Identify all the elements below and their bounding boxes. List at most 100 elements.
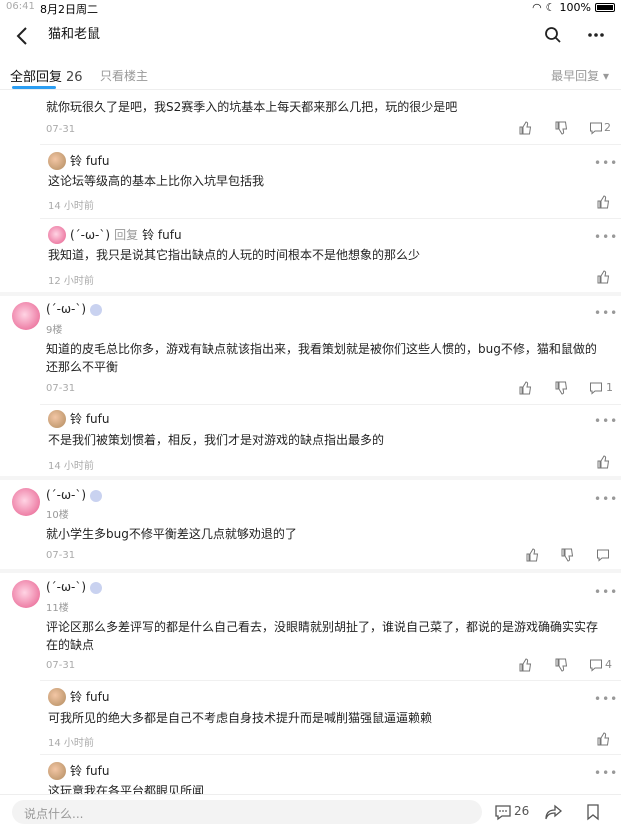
- reply-label: 回复: [114, 228, 139, 242]
- avatar[interactable]: [12, 488, 40, 516]
- comment-divider: [0, 292, 621, 296]
- reply-text: 不是我们被策划惯着，相反，我们才是对游戏的缺点指出最多的: [48, 433, 385, 447]
- comment-feed: 就你玩很久了是吧，我S2赛季入的坑基本上每天都来那么几把，玩的很少是吧 07-3…: [0, 92, 621, 794]
- comment-time: 07-31: [46, 660, 76, 671]
- avatar[interactable]: [48, 152, 66, 170]
- comment-author-row: (´-ω-`): [46, 302, 103, 316]
- avatar[interactable]: [12, 302, 40, 330]
- like-icon[interactable]: [596, 195, 610, 209]
- comment-author[interactable]: (´-ω-`): [46, 580, 86, 594]
- wifi-icon: ◠: [532, 1, 542, 14]
- level-badge-icon: [90, 489, 103, 502]
- like-icon[interactable]: [596, 455, 610, 469]
- avatar[interactable]: [48, 762, 66, 780]
- more-options-icon[interactable]: [586, 27, 606, 43]
- status-date: 8月2日周二: [40, 3, 98, 16]
- comment-count: 26: [514, 804, 530, 818]
- search-icon[interactable]: [544, 26, 562, 44]
- back-arrow-icon[interactable]: [14, 25, 32, 47]
- comment-time: 07-31: [46, 124, 76, 135]
- reply-count: 1: [606, 381, 613, 394]
- tab-host-only[interactable]: 只看楼主: [100, 67, 148, 84]
- floor-number: 9楼: [46, 325, 63, 336]
- tab-all-count: 26: [66, 70, 83, 85]
- comment-icon[interactable]: [589, 658, 603, 672]
- reply-text: 我知道，我只是说其它指出缺点的人玩的时间根本不是他想象的那么少: [48, 248, 421, 262]
- comment-author-row: (´-ω-`): [46, 580, 103, 594]
- comment-icon[interactable]: [589, 381, 603, 395]
- floor-number: 10楼: [46, 510, 69, 521]
- like-icon[interactable]: [518, 381, 532, 395]
- reply-author[interactable]: 铃 fufu: [70, 410, 109, 427]
- level-badge-icon: [90, 581, 103, 594]
- reply-divider: [40, 680, 621, 681]
- tab-all-replies[interactable]: 全部回复 26: [10, 66, 83, 85]
- page-title: 猫和老鼠: [48, 27, 101, 42]
- reply-author[interactable]: (´-ω-`): [70, 228, 110, 242]
- reply-author[interactable]: 铃 fufu: [70, 688, 109, 705]
- like-icon[interactable]: [596, 732, 610, 746]
- like-icon[interactable]: [596, 270, 610, 284]
- comment-text: 知道的皮毛总比你多，游戏有缺点就该指出来，我看策划就是被你们这些人惯的，bug不…: [46, 342, 597, 374]
- like-icon[interactable]: [518, 121, 532, 135]
- reply-author[interactable]: 铃 fufu: [70, 762, 109, 779]
- nav-bar: 猫和老鼠: [0, 16, 621, 56]
- status-right: ◠ ☾ 100%: [532, 1, 615, 14]
- more-options-icon[interactable]: •••: [594, 492, 618, 506]
- reply-divider: [40, 754, 621, 755]
- comment-time: 07-31: [46, 550, 76, 561]
- more-options-icon[interactable]: •••: [594, 766, 618, 780]
- avatar[interactable]: [48, 688, 66, 706]
- active-tab-indicator: [12, 86, 56, 89]
- bottom-bar: 说点什么... 26: [0, 794, 621, 828]
- battery-percent: 100%: [559, 1, 591, 14]
- comment-icon[interactable]: [494, 803, 512, 821]
- comment-text: 就小学生多bug不修平衡差这几点就够劝退的了: [46, 527, 297, 541]
- sort-dropdown[interactable]: 最早回复 ▾: [551, 67, 609, 84]
- dislike-icon[interactable]: [560, 548, 574, 562]
- dislike-icon[interactable]: [554, 381, 568, 395]
- reply-count: 2: [604, 121, 611, 134]
- share-icon[interactable]: [544, 803, 564, 821]
- comment-input[interactable]: 说点什么...: [12, 800, 482, 824]
- reply-divider: [40, 404, 621, 405]
- reply-to-author[interactable]: 铃 fufu: [142, 228, 181, 242]
- more-options-icon[interactable]: •••: [594, 230, 618, 244]
- reply-tabs: 全部回复 26 只看楼主 最早回复 ▾: [0, 62, 621, 90]
- like-icon[interactable]: [518, 658, 532, 672]
- comment-author[interactable]: (´-ω-`): [46, 302, 86, 316]
- reply-time: 14 小时前: [48, 201, 94, 212]
- comment-author[interactable]: (´-ω-`): [46, 488, 86, 502]
- reply-time: 12 小时前: [48, 276, 94, 287]
- like-icon[interactable]: [525, 548, 539, 562]
- dislike-icon[interactable]: [554, 121, 568, 135]
- comment-text: 评论区那么多差评写的都是什么自己看去，没眼睛就别胡扯了，谁说自己菜了，都说的是游…: [46, 620, 599, 652]
- more-options-icon[interactable]: •••: [594, 306, 618, 320]
- reply-count: 4: [605, 658, 612, 671]
- more-options-icon[interactable]: •••: [594, 414, 618, 428]
- more-options-icon[interactable]: •••: [594, 692, 618, 706]
- moon-icon: ☾: [545, 1, 556, 14]
- comment-divider: [0, 569, 621, 573]
- more-options-icon[interactable]: •••: [594, 585, 618, 599]
- reply-text: 可我所见的绝大多都是自己不考虑自身技术提升而是喊削猫强鼠逼逼赖赖: [48, 711, 433, 725]
- dislike-icon[interactable]: [554, 658, 568, 672]
- status-time: 06:41: [6, 1, 35, 12]
- status-bar: 06:41 8月2日周二 ◠ ☾ 100%: [0, 0, 621, 16]
- reply-time: 14 小时前: [48, 738, 94, 749]
- reply-author[interactable]: 铃 fufu: [70, 152, 109, 169]
- reply-text: 这论坛等级高的基本上比你入坑早包括我: [48, 174, 265, 188]
- comment-icon[interactable]: [596, 548, 610, 562]
- avatar[interactable]: [48, 410, 66, 428]
- comment-icon[interactable]: [589, 121, 603, 135]
- bookmark-icon[interactable]: [586, 803, 600, 821]
- battery-icon: [595, 3, 615, 12]
- reply-time: 14 小时前: [48, 461, 94, 472]
- avatar[interactable]: [12, 580, 40, 608]
- avatar[interactable]: [48, 226, 66, 244]
- level-badge-icon: [90, 303, 103, 316]
- comment-time: 07-31: [46, 383, 76, 394]
- reply-divider: [40, 218, 621, 219]
- more-options-icon[interactable]: •••: [594, 156, 618, 170]
- reply-header: (´-ω-`) 回复铃 fufu: [70, 226, 182, 243]
